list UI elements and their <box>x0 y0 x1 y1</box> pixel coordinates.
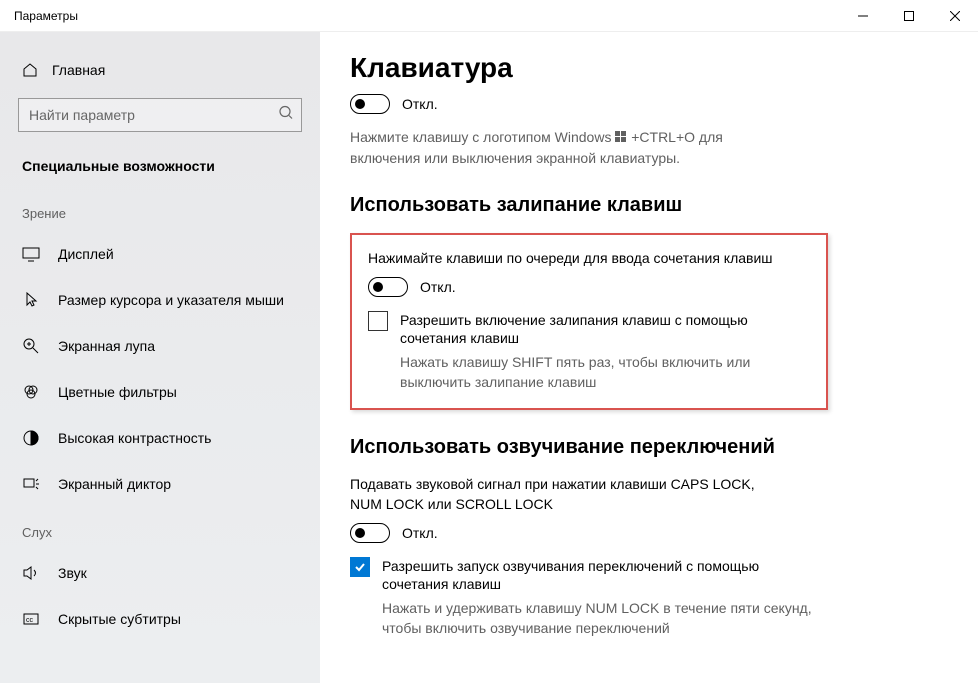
maximize-button[interactable] <box>886 0 932 32</box>
home-label: Главная <box>52 62 105 78</box>
sidebar-item-narrator[interactable]: Экранный диктор <box>0 461 320 507</box>
onscreen-keyboard-toggle-row: Откл. <box>350 94 948 114</box>
content-area: Клавиатура Откл. Нажмите клавишу с логот… <box>320 32 978 683</box>
windows-logo-icon <box>615 129 627 149</box>
sidebar-item-label: Цветные фильтры <box>58 384 177 400</box>
sidebar-item-label: Экранная лупа <box>58 338 155 354</box>
checkbox-label: Разрешить включение залипания клавиш с п… <box>400 311 800 347</box>
search-input[interactable] <box>18 98 302 132</box>
sidebar-item-high-contrast[interactable]: Высокая контрастность <box>0 415 320 461</box>
toggle-keys-toggle-row: Откл. <box>350 523 948 543</box>
toggle-keys-toggle[interactable] <box>350 523 390 543</box>
titlebar: Параметры <box>0 0 978 32</box>
sidebar-home[interactable]: Главная <box>0 50 320 90</box>
onscreen-keyboard-hint: Нажмите клавишу с логотипом Windows +CTR… <box>350 128 790 168</box>
onscreen-keyboard-toggle[interactable] <box>350 94 390 114</box>
toggle-keys-shortcut-hint: Нажать и удерживать клавишу NUM LOCK в т… <box>382 599 822 638</box>
sidebar-item-label: Экранный диктор <box>58 476 171 492</box>
narrator-icon <box>22 475 40 493</box>
sticky-keys-description: Нажимайте клавиши по очереди для ввода с… <box>368 249 808 269</box>
sidebar-item-cursor[interactable]: Размер курсора и указателя мыши <box>0 277 320 323</box>
sidebar-item-color-filters[interactable]: Цветные фильтры <box>0 369 320 415</box>
sidebar-item-label: Скрытые субтитры <box>58 611 181 627</box>
minimize-button[interactable] <box>840 0 886 32</box>
category-header: Специальные возможности <box>0 150 320 188</box>
sidebar-item-magnifier[interactable]: Экранная лупа <box>0 323 320 369</box>
toggle-state-label: Откл. <box>402 96 438 112</box>
color-filter-icon <box>22 383 40 401</box>
sticky-keys-shortcut-hint: Нажать клавишу SHIFT пять раз, чтобы вкл… <box>400 353 810 392</box>
toggle-keys-description: Подавать звуковой сигнал при нажатии кла… <box>350 475 790 514</box>
sidebar-item-label: Звук <box>58 565 87 581</box>
sidebar-item-label: Дисплей <box>58 246 114 262</box>
svg-text:cc: cc <box>26 617 34 624</box>
sidebar-item-audio[interactable]: Звук <box>0 550 320 596</box>
sidebar-item-label: Высокая контрастность <box>58 430 211 446</box>
cursor-icon <box>22 291 40 309</box>
window-controls <box>840 0 978 32</box>
sidebar-item-label: Размер курсора и указателя мыши <box>58 292 284 308</box>
sticky-keys-toggle[interactable] <box>368 277 408 297</box>
captions-icon: cc <box>22 610 40 628</box>
toggle-state-label: Откл. <box>402 525 438 541</box>
magnifier-icon <box>22 337 40 355</box>
sidebar-item-captions[interactable]: cc Скрытые субтитры <box>0 596 320 642</box>
contrast-icon <box>22 429 40 447</box>
sticky-keys-highlight: Нажимайте клавиши по очереди для ввода с… <box>350 233 828 410</box>
search-container <box>18 98 302 132</box>
toggle-keys-shortcut-row: Разрешить запуск озвучивания переключени… <box>350 557 948 593</box>
toggle-keys-shortcut-checkbox[interactable] <box>350 557 370 577</box>
section-sticky-keys-title: Использовать залипание клавиш <box>350 194 948 217</box>
monitor-icon <box>22 245 40 263</box>
search-icon <box>278 105 294 126</box>
home-icon <box>22 62 38 78</box>
group-vision-label: Зрение <box>0 188 320 231</box>
window-title: Параметры <box>14 9 78 23</box>
group-hearing-label: Слух <box>0 507 320 550</box>
section-toggle-keys-title: Использовать озвучивание переключений <box>350 436 948 459</box>
sticky-keys-shortcut-checkbox[interactable] <box>368 311 388 331</box>
checkbox-label: Разрешить запуск озвучивания переключени… <box>382 557 782 593</box>
close-button[interactable] <box>932 0 978 32</box>
sidebar-item-display[interactable]: Дисплей <box>0 231 320 277</box>
sticky-keys-shortcut-row: Разрешить включение залипания клавиш с п… <box>368 311 810 347</box>
sticky-keys-toggle-row: Откл. <box>368 277 810 297</box>
toggle-state-label: Откл. <box>420 279 456 295</box>
page-title: Клавиатура <box>350 52 948 84</box>
sidebar: Главная Специальные возможности Зрение Д… <box>0 32 320 683</box>
audio-icon <box>22 564 40 582</box>
